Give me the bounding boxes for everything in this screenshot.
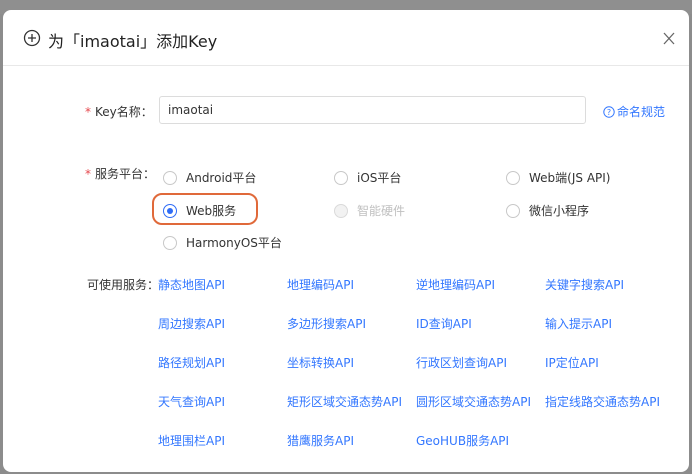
radio-circle[interactable]	[506, 204, 520, 218]
naming-rules-link[interactable]: ? 命名规范	[603, 103, 665, 120]
radio-circle[interactable]	[334, 171, 348, 185]
key-name-input[interactable]: imaotai	[159, 96, 586, 124]
service-link[interactable]: GeoHUB服务API	[416, 432, 509, 449]
service-link[interactable]: 坐标转换API	[287, 354, 354, 371]
service-link[interactable]: 矩形区域交通态势API	[287, 393, 402, 410]
service-link[interactable]: 地理编码API	[287, 276, 354, 293]
radio-web-service[interactable]: Web服务	[163, 202, 236, 219]
radio-circle-checked[interactable]	[163, 204, 177, 218]
dialog-title: 为「imaotai」添加Key	[48, 32, 218, 51]
service-link[interactable]: IP定位API	[545, 354, 599, 371]
radio-smart-hardware: 智能硬件	[334, 202, 405, 219]
radio-harmonyos[interactable]: HarmonyOS平台	[163, 234, 282, 251]
service-link[interactable]: 逆地理编码API	[416, 276, 495, 293]
services-label: 可使用服务：	[87, 278, 160, 292]
service-link[interactable]: 圆形区域交通态势API	[416, 393, 531, 410]
radio-android[interactable]: Android平台	[163, 169, 256, 186]
radio-ios[interactable]: iOS平台	[334, 169, 401, 186]
service-link[interactable]: 静态地图API	[158, 276, 225, 293]
close-icon[interactable]	[657, 28, 681, 50]
help-circle-icon: ?	[603, 106, 615, 118]
radio-circle-disabled	[334, 204, 348, 218]
service-link[interactable]: 路径规划API	[158, 354, 225, 371]
service-link[interactable]: 行政区划查询API	[416, 354, 507, 371]
service-link[interactable]: 输入提示API	[545, 315, 612, 332]
svg-text:?: ?	[607, 108, 611, 117]
service-link[interactable]: 指定线路交通态势API	[545, 393, 660, 410]
radio-circle[interactable]	[163, 236, 177, 250]
dialog-header: 为「imaotai」添加Key	[3, 10, 689, 66]
service-link[interactable]: 猎鹰服务API	[287, 432, 354, 449]
platform-label: * 服务平台：	[85, 167, 156, 181]
radio-wechat-miniprogram[interactable]: 微信小程序	[506, 202, 589, 219]
radio-web-js-api[interactable]: Web端(JS API)	[506, 169, 610, 186]
key-name-label: * Key名称：	[85, 105, 153, 119]
service-link[interactable]: 关键字搜索API	[545, 276, 624, 293]
plus-circle-icon	[23, 29, 41, 47]
service-link[interactable]: ID查询API	[416, 315, 472, 332]
service-link[interactable]: 周边搜索API	[158, 315, 225, 332]
service-link[interactable]: 天气查询API	[158, 393, 225, 410]
service-link[interactable]: 地理围栏API	[158, 432, 225, 449]
add-key-dialog: 为「imaotai」添加Key * Key名称： imaotai ? 命名规范 *…	[3, 10, 689, 472]
radio-circle[interactable]	[506, 171, 520, 185]
service-link[interactable]: 多边形搜索API	[287, 315, 366, 332]
radio-circle[interactable]	[163, 171, 177, 185]
required-mark: *	[85, 105, 91, 119]
